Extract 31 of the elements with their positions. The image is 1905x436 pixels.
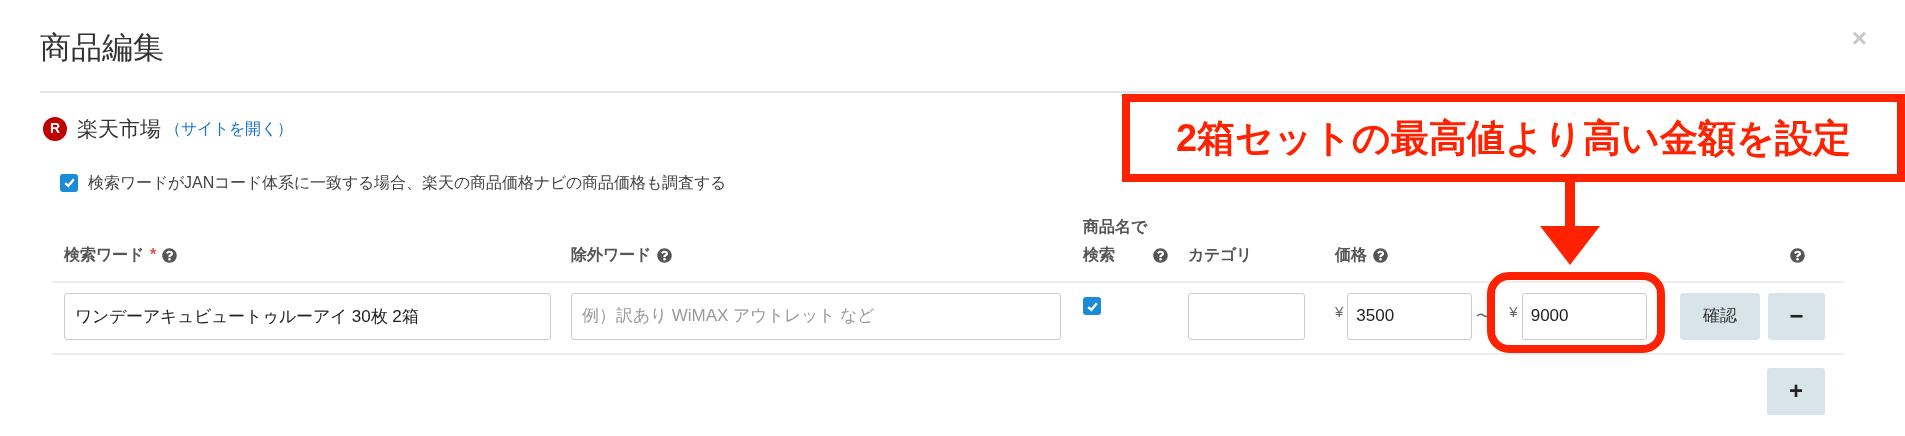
currency-label: ¥	[1335, 301, 1344, 322]
help-icon[interactable]	[162, 247, 178, 263]
category-field[interactable]	[1188, 292, 1305, 340]
help-icon[interactable]	[1790, 247, 1805, 263]
required-mark: *	[150, 244, 157, 265]
currency-label: ¥	[1509, 301, 1518, 322]
max-price-field[interactable]: 9000	[1521, 292, 1647, 340]
option-label: 検索ワードがJANコード体系に一致する場合、楽天の商品価格ナビの商品価格も調査する	[88, 172, 727, 193]
column-header: 商品名で	[1083, 216, 1147, 237]
dialog-title: 商品編集	[40, 29, 164, 67]
check-icon	[62, 176, 76, 189]
column-header: 除外ワード	[571, 244, 651, 265]
logo-icon: R	[43, 116, 67, 141]
checkbox[interactable]	[1083, 297, 1101, 315]
min-price-field[interactable]: 3500	[1347, 292, 1473, 340]
exclude-word-field[interactable]: 例）訳あり WiMAX アウトレット など	[571, 292, 1061, 340]
help-icon[interactable]	[1153, 247, 1168, 263]
open-site-link[interactable]: （サイトを開く）	[165, 116, 293, 141]
column-header: 価格	[1335, 244, 1367, 265]
add-row-button[interactable]: +	[1767, 367, 1825, 415]
help-icon[interactable]	[1373, 247, 1388, 263]
help-icon[interactable]	[657, 247, 672, 263]
site-name: 楽天市場	[77, 116, 161, 142]
search-word-field[interactable]: ワンデーアキュビュートゥルーアイ 30枚 2箱	[64, 292, 551, 340]
column-header: 検索	[1083, 244, 1116, 265]
confirm-button[interactable]: 確認	[1680, 292, 1760, 340]
callout-text: 2箱セットの最高値より高い金額を設定	[1175, 115, 1852, 161]
column-header: カテゴリ	[1188, 244, 1252, 265]
remove-row-button[interactable]: −	[1767, 292, 1825, 340]
checkbox[interactable]	[60, 173, 78, 192]
column-header: 検索ワード	[64, 244, 144, 265]
